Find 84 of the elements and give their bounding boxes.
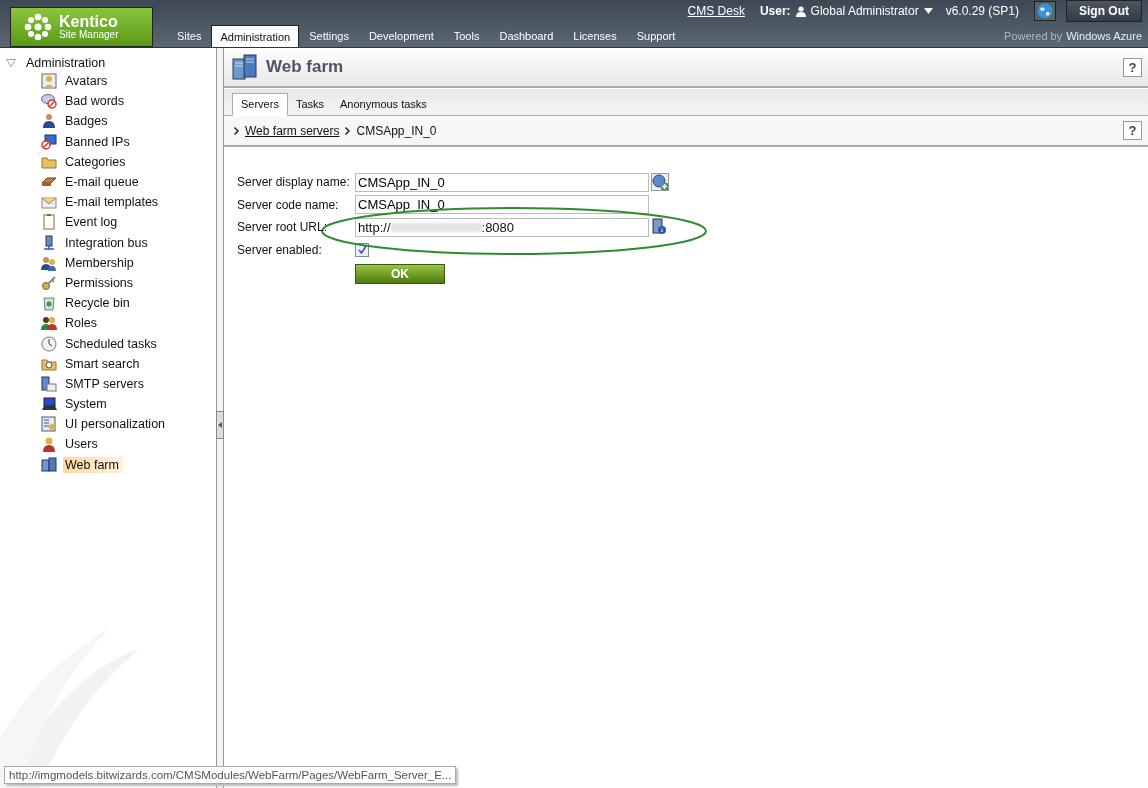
text-field[interactable]: CMSApp_IN_0 — [355, 172, 649, 192]
powered-by-text: Powered by — [1004, 30, 1063, 42]
checkmark-icon — [357, 245, 367, 255]
tree-item[interactable]: E-mail queue — [63, 174, 143, 191]
globe-add-icon[interactable] — [651, 173, 669, 192]
tree-item[interactable]: Web farm — [63, 456, 123, 473]
person-icon — [41, 113, 57, 130]
url-field[interactable]: http:// :8080 — [355, 217, 649, 237]
globe-button[interactable] — [1034, 1, 1056, 21]
servers-icon — [232, 54, 258, 80]
help-button[interactable]: ? — [1123, 57, 1142, 77]
collapse-arrow-icon — [218, 422, 222, 428]
nav-tab[interactable]: Sites — [167, 25, 212, 47]
avatar-icon — [41, 73, 57, 90]
tree-item[interactable]: Avatars — [63, 73, 112, 90]
clipboard-icon — [41, 214, 57, 231]
tree-item[interactable]: Categories — [63, 153, 130, 170]
tree-item[interactable]: Membership — [63, 254, 138, 271]
field-label: Server display name: — [237, 175, 351, 190]
field-label: Server code name: — [237, 197, 340, 212]
servers-icon — [41, 456, 57, 473]
tree-item[interactable]: Banned IPs — [63, 133, 134, 150]
tree-item[interactable]: E-mail templates — [63, 194, 163, 211]
chevron-icon — [345, 126, 351, 135]
tree-item[interactable]: Permissions — [63, 274, 138, 291]
tree-item[interactable]: Bad words — [63, 93, 129, 110]
nav-tab[interactable]: Administration — [211, 25, 300, 47]
nav-tab[interactable]: Licenses — [563, 25, 627, 47]
tree-item[interactable]: Recycle bin — [63, 295, 134, 312]
breadcrumb-link[interactable]: Web farm servers — [245, 123, 340, 138]
tree-item[interactable]: Users — [63, 436, 102, 453]
user-label: User: — [759, 4, 791, 18]
status-url-tooltip: http://imgmodels.bitwizards.com/CMSModules/WebFarm/Pages/WebFarm_Server_E... — [4, 766, 457, 784]
text-field[interactable]: CMSApp_IN_0 — [355, 195, 649, 215]
logo-title: Kentico — [59, 14, 119, 30]
caret-icon — [923, 8, 933, 14]
recycle-bin-icon — [41, 295, 57, 312]
nav-tab[interactable]: Settings — [299, 25, 359, 47]
field-label: Server enabled: — [237, 242, 323, 257]
computer-icon — [41, 133, 57, 150]
tree-item[interactable]: Event log — [63, 214, 122, 231]
tree-item[interactable]: System — [63, 396, 111, 413]
page-title: Web farm — [266, 57, 344, 77]
field-label: Server root URL: — [237, 220, 329, 235]
sign-out-button[interactable]: Sign Out — [1066, 0, 1142, 22]
server-mail-icon — [41, 375, 57, 392]
speech-bubble-icon — [41, 93, 57, 110]
powered-brand: Windows Azure — [1066, 30, 1142, 42]
flower-icon — [23, 12, 53, 42]
nav-tab[interactable]: Support — [626, 25, 686, 47]
envelope-icon — [41, 194, 57, 211]
laptop-icon — [41, 396, 57, 413]
ui-form-icon — [41, 416, 57, 433]
clock-icon — [41, 335, 57, 352]
nav-tab[interactable]: Development — [358, 25, 444, 47]
breadcrumb-current: CMSApp_IN_0 — [356, 123, 437, 138]
globe-icon — [1037, 3, 1053, 19]
person-icon — [795, 5, 806, 17]
cms-desk-link[interactable]: CMS Desk — [687, 4, 745, 18]
server-info-icon[interactable] — [651, 218, 669, 237]
tree-item[interactable]: SMTP servers — [63, 375, 148, 392]
people-icon — [41, 254, 57, 271]
tree-item[interactable]: Smart search — [63, 355, 144, 372]
version-text: v6.0.29 (SP1) — [945, 4, 1019, 18]
tree-item[interactable]: Roles — [63, 315, 101, 332]
tab[interactable]: Servers — [232, 93, 288, 116]
tree-item[interactable]: Scheduled tasks — [63, 335, 161, 352]
logo-subtitle: Site Manager — [59, 30, 119, 40]
tree-item[interactable]: UI personalization — [63, 416, 170, 433]
tab[interactable]: Anonymous tasks — [332, 94, 435, 115]
key-icon — [41, 274, 57, 291]
tab[interactable]: Tasks — [287, 94, 333, 115]
help-button[interactable]: ? — [1123, 121, 1142, 140]
tree-item[interactable]: Integration bus — [63, 234, 152, 251]
tree-item[interactable]: Badges — [63, 113, 112, 130]
user-name[interactable]: Global Administrator — [810, 4, 919, 18]
chevron-icon — [234, 126, 239, 135]
nav-tab[interactable]: Tools — [443, 25, 490, 47]
server-icon — [41, 234, 57, 251]
splitter-handle[interactable] — [216, 411, 224, 439]
user-icon — [41, 436, 57, 453]
people-icon — [41, 315, 57, 332]
tree-item[interactable]: Administration — [26, 55, 106, 70]
nav-tab[interactable]: Dashboard — [489, 25, 564, 47]
